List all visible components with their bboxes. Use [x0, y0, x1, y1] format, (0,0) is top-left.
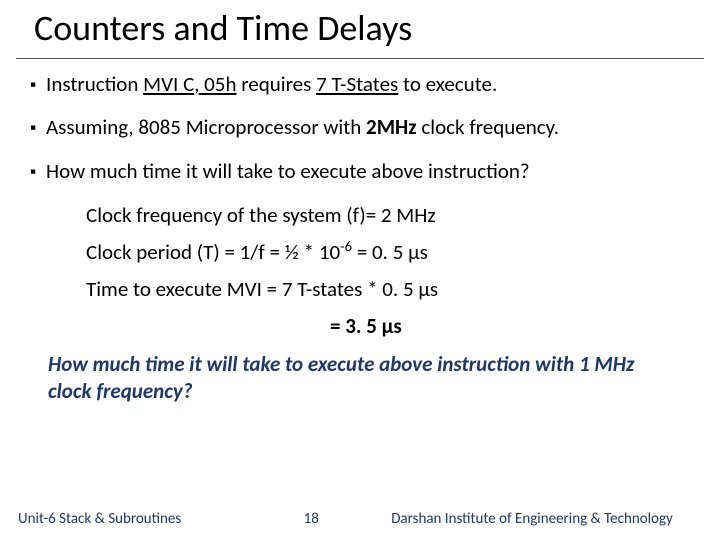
underline-text: 7 T-States: [316, 71, 398, 97]
calc-line-1: Clock frequency of the system (f)= 2 MHz: [86, 201, 690, 229]
text: Clock period (T) = 1/f = ½ * 10: [86, 239, 340, 265]
bold-text: 2MHz: [366, 114, 417, 140]
footer-institute: Darshan Institute of Engineering & Techn…: [391, 510, 702, 528]
footer-page-number: 18: [251, 510, 371, 528]
bullet-icon: ▪: [30, 116, 36, 140]
bullet-1-text: Instruction MVI C, 05h requires 7 T-Stat…: [46, 71, 497, 98]
bullet-2: ▪ Assuming, 8085 Microprocessor with 2MH…: [30, 114, 690, 141]
bullet-3: ▪ How much time it will take to execute …: [30, 158, 690, 185]
footer-unit: Unit-6 Stack & Subroutines: [18, 510, 181, 528]
bullet-icon: ▪: [30, 160, 36, 184]
footer: Unit-6 Stack & Subroutines 18 Darshan In…: [0, 510, 720, 528]
text: requires: [236, 71, 316, 97]
calc-line-3: Time to execute MVI = 7 T-states * 0. 5 …: [86, 275, 690, 303]
text: Instruction: [46, 71, 143, 97]
bullet-icon: ▪: [30, 73, 36, 97]
underline-text: MVI C, 05h: [143, 71, 236, 97]
follow-up-question: How much time it will take to execute ab…: [30, 351, 690, 406]
superscript: -6: [340, 237, 352, 255]
text: clock frequency.: [417, 114, 559, 140]
calc-result: = 3. 5 μs: [330, 313, 690, 339]
content-region: ▪ Instruction MVI C, 05h requires 7 T-St…: [0, 59, 720, 406]
bullet-1: ▪ Instruction MVI C, 05h requires 7 T-St…: [30, 71, 690, 98]
text: Assuming, 8085 Microprocessor with: [46, 114, 366, 140]
slide-title: Counters and Time Delays: [34, 6, 686, 50]
calc-line-2: Clock period (T) = 1/f = ½ * 10-6 = 0. 5…: [86, 237, 690, 266]
calculation-block: Clock frequency of the system (f)= 2 MHz…: [86, 201, 690, 303]
bullet-3-text: How much time it will take to execute ab…: [46, 158, 530, 185]
title-region: Counters and Time Delays: [16, 0, 704, 59]
text: = 0. 5 μs: [352, 239, 428, 265]
bullet-2-text: Assuming, 8085 Microprocessor with 2MHz …: [46, 114, 559, 141]
text: to execute.: [398, 71, 497, 97]
